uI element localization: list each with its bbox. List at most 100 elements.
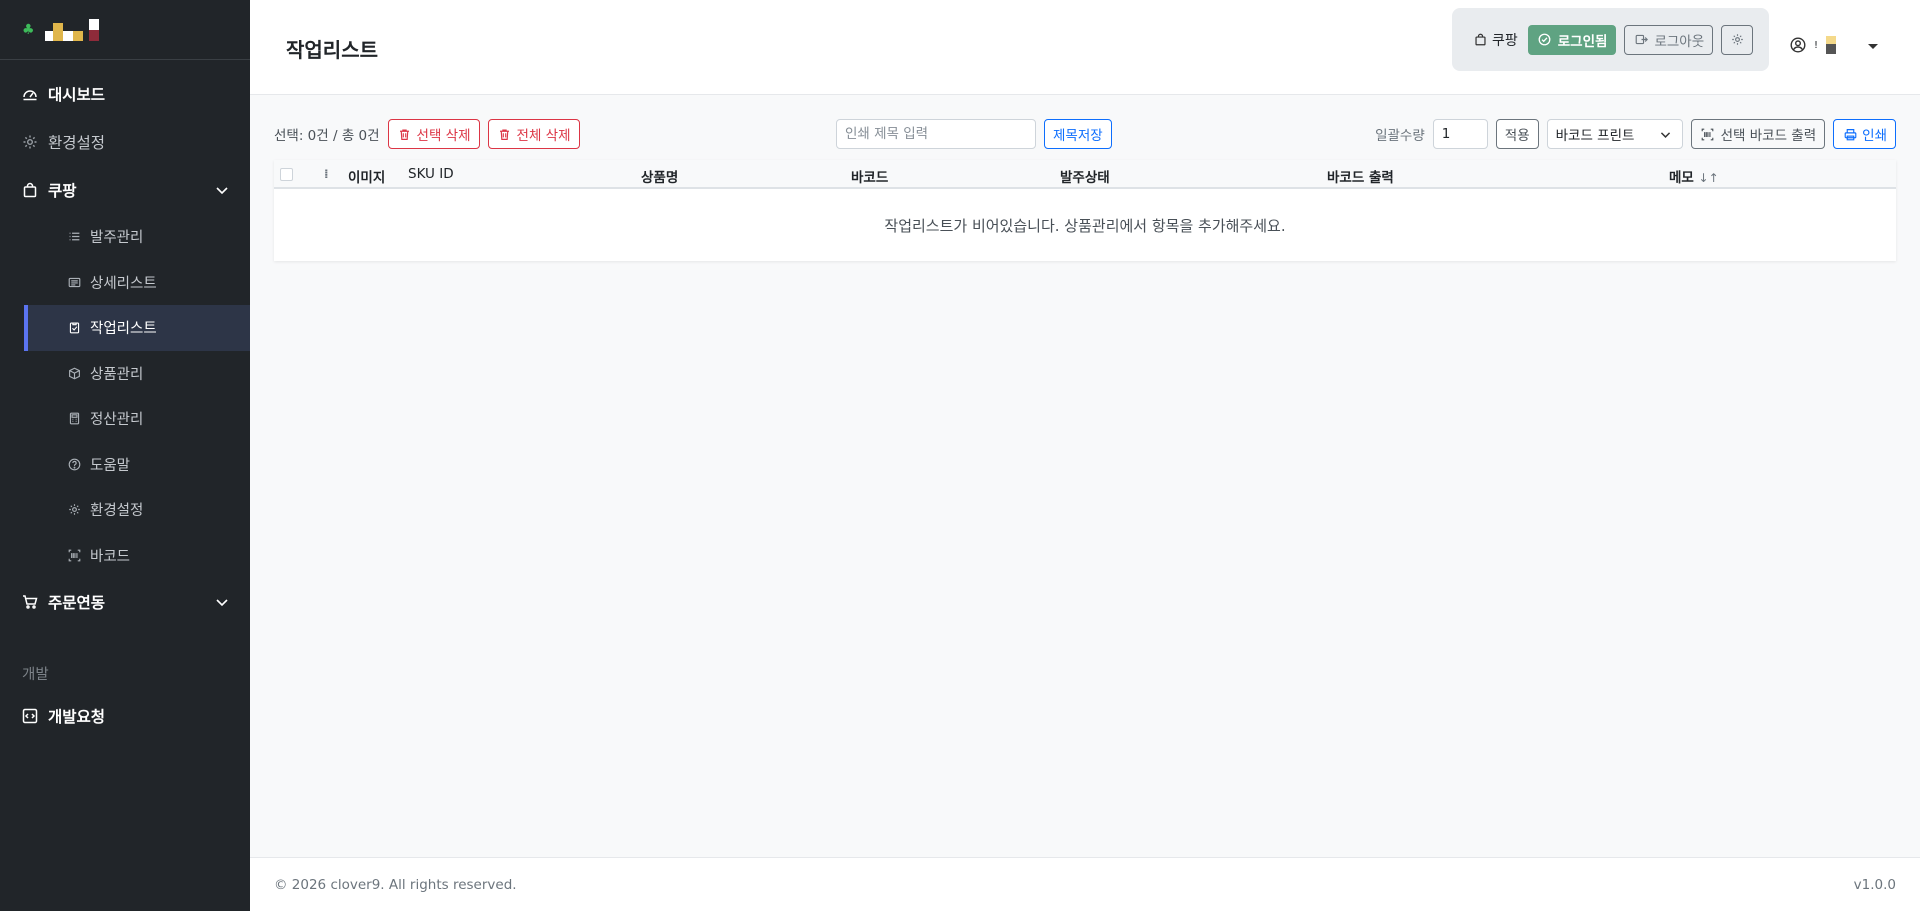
gear-icon <box>66 502 82 518</box>
version-text: v1.0.0 <box>1853 877 1896 893</box>
user-marker: ! <box>1814 39 1819 51</box>
check-circle-icon <box>1537 32 1553 48</box>
sidebar-subitem-label: 상세리스트 <box>90 275 157 292</box>
cart-icon <box>22 594 38 610</box>
page-title: 작업리스트 <box>286 38 378 62</box>
work-list-table: ⁞ 이미지 SKU ID 상품명 바코드 발주상태 바코드 출력 메모 ↓↑ 작… <box>274 160 1896 261</box>
brand[interactable]: ♣ <box>0 0 250 60</box>
gear-icon <box>22 134 38 150</box>
print-selected-barcode-button[interactable]: 선택 바코드 출력 <box>1690 119 1826 149</box>
printer-select-value: 바코드 프린트 <box>1555 128 1635 144</box>
sidebar-subitem-settings[interactable]: 환경설정 <box>0 487 250 533</box>
selection-count: 선택: 0건 / 총 0건 <box>274 128 380 144</box>
apply-button[interactable]: 적용 <box>1495 119 1539 149</box>
sidebar-item-settings[interactable]: 환경설정 <box>0 118 250 166</box>
logout-label: 로그아웃 <box>1654 33 1705 50</box>
clover-icon: ♣ <box>22 21 35 38</box>
column-header-barcode-print[interactable]: 바코드 출력 <box>1327 166 1394 186</box>
clipboard-check-icon <box>66 320 82 336</box>
logo <box>44 18 99 41</box>
question-circle-icon <box>66 456 82 472</box>
list-icon <box>66 229 82 245</box>
column-header-order-status[interactable]: 발주상태 <box>1060 166 1110 186</box>
sidebar: ♣ 대시보드 환경설정 쿠팡 발주관리 상세리스트 작업리스트 상품관리 정산관… <box>0 0 250 911</box>
save-title-button[interactable]: 제목저장 <box>1044 119 1112 149</box>
chevron-down-icon <box>1658 126 1674 142</box>
sidebar-nav: 대시보드 환경설정 쿠팡 발주관리 상세리스트 작업리스트 상품관리 정산관리 … <box>0 60 250 740</box>
print-selected-barcode-label: 선택 바코드 출력 <box>1720 128 1817 144</box>
sidebar-subitem-orders[interactable]: 발주관리 <box>0 214 250 260</box>
logged-in-badge[interactable]: 로그인됨 <box>1527 24 1617 55</box>
sidebar-subitem-label: 발주관리 <box>90 230 144 247</box>
coupang-label: 쿠팡 <box>1472 30 1518 50</box>
column-header-memo-label: 메모 <box>1669 170 1694 186</box>
sidebar-item-coupang[interactable]: 쿠팡 <box>0 166 250 214</box>
copyright-text: © 2026 clover9. All rights reserved. <box>274 877 517 893</box>
sidebar-item-label: 대시보드 <box>48 86 106 104</box>
sidebar-subitem-settlement[interactable]: 정산관리 <box>0 396 250 442</box>
column-header-product-name[interactable]: 상품명 <box>641 166 678 186</box>
select-all-checkbox[interactable] <box>280 168 293 181</box>
sidebar-subitem-label: 상품관리 <box>90 366 144 383</box>
printer-select[interactable]: 바코드 프린트 <box>1546 119 1683 149</box>
work-list-toolbar: 선택: 0건 / 총 0건 선택 삭제 전체 삭제 제목저장 일괄수량 1 적용… <box>274 119 1896 149</box>
sidebar-subitem-help[interactable]: 도움말 <box>0 442 250 488</box>
chevron-down-icon[interactable] <box>214 182 230 198</box>
drag-handle-icon: ⁞ <box>324 167 329 181</box>
gear-icon <box>1729 32 1745 48</box>
sidebar-subitem-work-list[interactable]: 작업리스트 <box>24 305 250 351</box>
print-label: 인쇄 <box>1862 128 1887 144</box>
print-title-input[interactable] <box>836 119 1036 149</box>
sidebar-item-dev-request[interactable]: 개발요청 <box>0 692 250 740</box>
print-title-controls: 제목저장 <box>836 119 1112 149</box>
column-header-image[interactable]: 이미지 <box>348 166 385 186</box>
sidebar-subitem-label: 도움말 <box>90 457 131 474</box>
delete-selected-label: 선택 삭제 <box>416 128 471 144</box>
top-header: 작업리스트 쿠팡 로그인됨 로그아웃 ! <box>250 0 1920 95</box>
chevron-down-icon[interactable] <box>214 594 230 610</box>
column-header-memo[interactable]: 메모 ↓↑ <box>1669 166 1719 186</box>
sidebar-item-dashboard[interactable]: 대시보드 <box>0 70 250 118</box>
print-button[interactable]: 인쇄 <box>1833 119 1896 149</box>
logged-in-label: 로그인됨 <box>1557 33 1608 50</box>
calculator-icon <box>66 411 82 427</box>
trash-icon <box>397 126 413 142</box>
code-square-icon <box>22 708 38 724</box>
coupang-session-panel: 쿠팡 로그인됨 로그아웃 <box>1452 8 1769 71</box>
sidebar-subitem-label: 정산관리 <box>90 412 144 429</box>
table-header: ⁞ 이미지 SKU ID 상품명 바코드 발주상태 바코드 출력 메모 ↓↑ <box>274 160 1896 189</box>
printer-icon <box>1842 126 1858 142</box>
sidebar-item-order-link[interactable]: 주문연동 <box>0 578 250 626</box>
settings-button[interactable] <box>1721 24 1754 55</box>
barcode-icon <box>66 547 82 563</box>
empty-state-message: 작업리스트가 비어있습니다. 상품관리에서 항목을 추가해주세요. <box>884 216 1286 235</box>
logout-button[interactable]: 로그아웃 <box>1624 24 1714 55</box>
trash-icon <box>497 126 513 142</box>
barcode-icon <box>1700 126 1716 142</box>
logout-icon <box>1633 32 1649 48</box>
sidebar-item-label: 주문연동 <box>48 594 106 612</box>
box-icon <box>66 365 82 381</box>
sidebar-subitem-barcode[interactable]: 바코드 <box>0 533 250 579</box>
bag-icon <box>1472 32 1488 48</box>
column-header-sku-id[interactable]: SKU ID <box>408 166 454 182</box>
bulk-qty-label: 일괄수량 <box>1375 128 1425 144</box>
user-menu[interactable]: ! <box>1790 36 1837 54</box>
sidebar-subitem-products[interactable]: 상품관리 <box>0 351 250 397</box>
card-list-icon <box>66 274 82 290</box>
dashboard-icon <box>22 86 38 102</box>
print-controls: 일괄수량 1 적용 바코드 프린트 선택 바코드 출력 인쇄 <box>1375 119 1896 149</box>
sidebar-subitem-label: 작업리스트 <box>90 321 157 338</box>
bulk-qty-input[interactable]: 1 <box>1432 119 1488 149</box>
section-label-dev: 개발 <box>22 667 49 683</box>
user-avatar-blocks <box>1826 36 1837 54</box>
coupang-label-text: 쿠팡 <box>1492 32 1518 49</box>
delete-all-button[interactable]: 전체 삭제 <box>487 119 580 149</box>
sidebar-item-label: 쿠팡 <box>48 182 77 200</box>
column-header-barcode[interactable]: 바코드 <box>851 166 888 186</box>
footer: © 2026 clover9. All rights reserved. v1.… <box>250 857 1920 911</box>
delete-selected-button[interactable]: 선택 삭제 <box>387 119 480 149</box>
caret-down-icon[interactable] <box>1868 44 1878 49</box>
sidebar-subitem-detail-list[interactable]: 상세리스트 <box>0 260 250 306</box>
sidebar-subitem-label: 환경설정 <box>90 503 144 520</box>
